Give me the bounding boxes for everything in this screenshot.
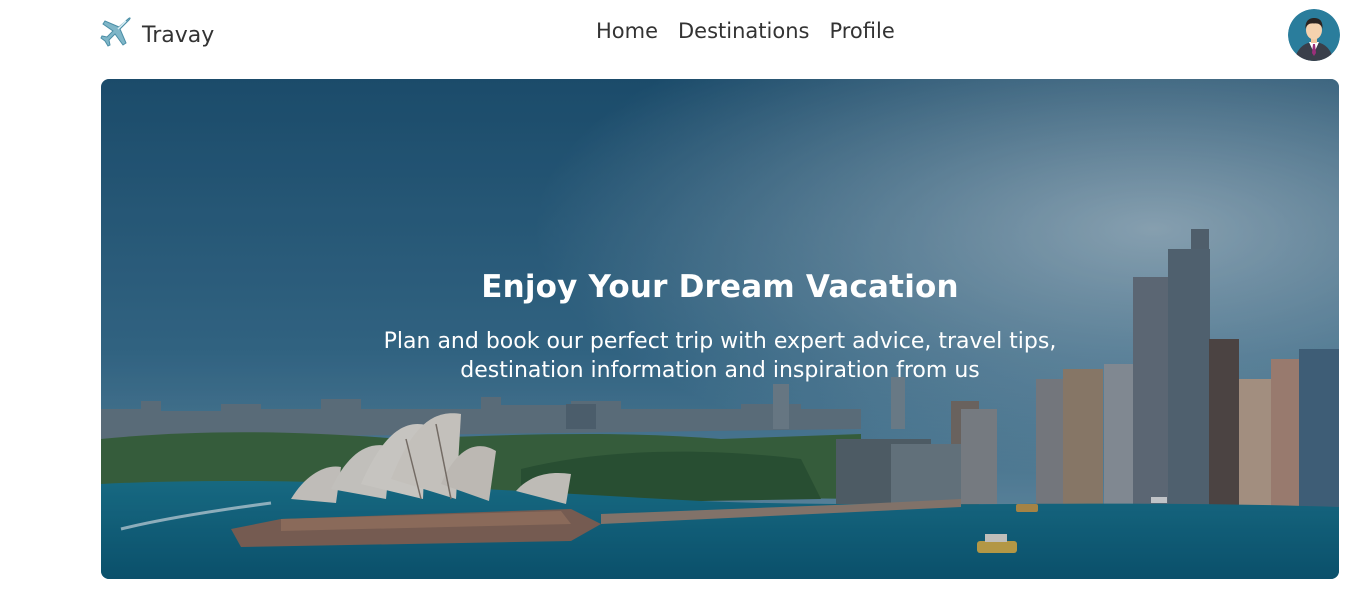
hero-title: Enjoy Your Dream Vacation [481, 269, 959, 305]
nav-link-home[interactable]: Home [596, 19, 658, 43]
navbar: Travay Home Destinations Profile [0, 0, 1363, 70]
main-nav: Home Destinations Profile [596, 19, 895, 43]
brand-logo[interactable]: Travay [100, 16, 214, 48]
nav-link-profile[interactable]: Profile [829, 19, 894, 43]
user-avatar-icon[interactable] [1288, 9, 1340, 61]
airplane-icon [100, 16, 132, 48]
hero-subtitle: Plan and book our perfect trip with expe… [383, 329, 1057, 383]
brand-name: Travay [142, 22, 215, 48]
nav-link-destinations[interactable]: Destinations [678, 19, 809, 43]
hero-text: Enjoy Your Dream Vacation Plan and book … [101, 269, 1339, 385]
hero-banner: Enjoy Your Dream Vacation Plan and book … [101, 79, 1339, 579]
